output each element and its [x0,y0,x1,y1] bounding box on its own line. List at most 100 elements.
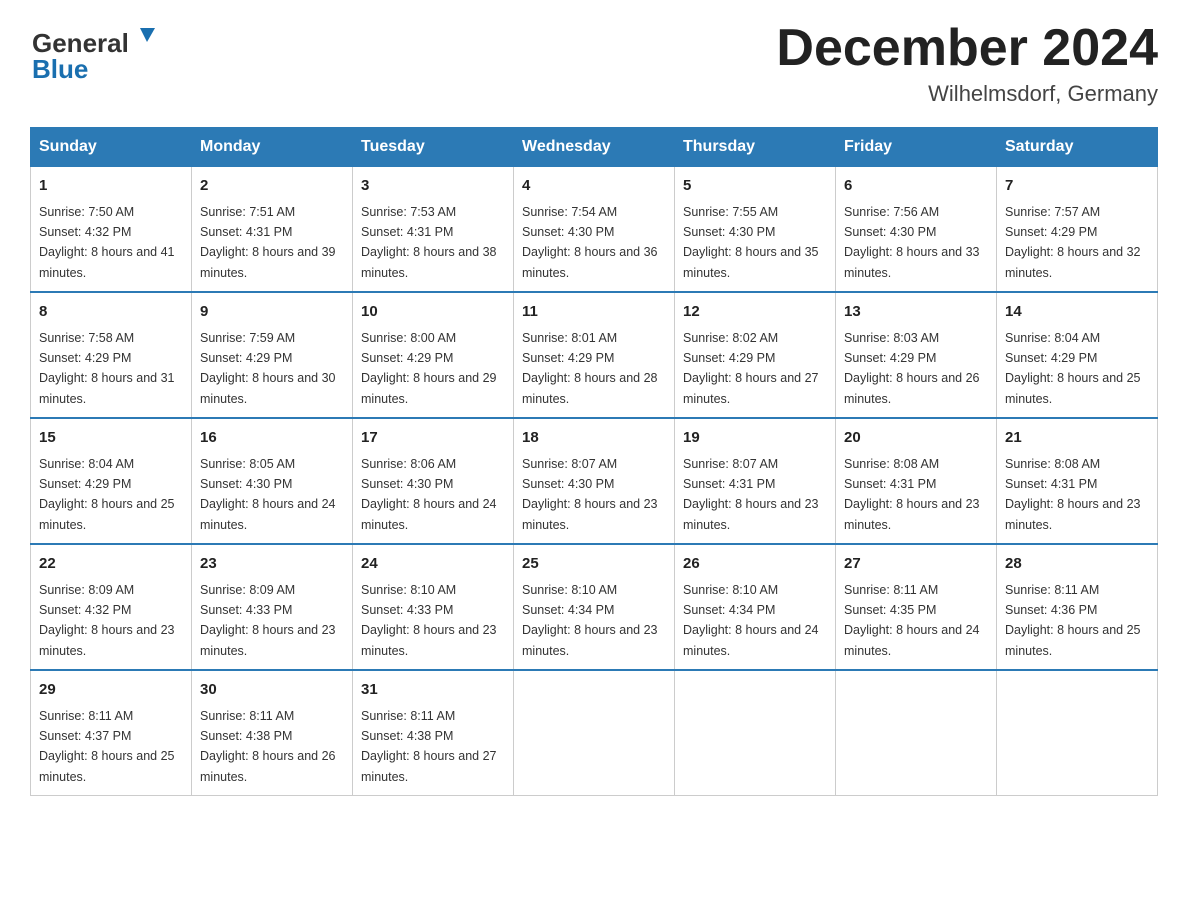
calendar-cell: 2 Sunrise: 7:51 AMSunset: 4:31 PMDayligh… [192,167,353,293]
calendar-cell: 8 Sunrise: 7:58 AMSunset: 4:29 PMDayligh… [31,292,192,418]
day-info: Sunrise: 8:10 AMSunset: 4:34 PMDaylight:… [522,583,658,658]
calendar-cell: 27 Sunrise: 8:11 AMSunset: 4:35 PMDaylig… [836,544,997,670]
calendar-cell: 30 Sunrise: 8:11 AMSunset: 4:38 PMDaylig… [192,670,353,796]
day-info: Sunrise: 7:54 AMSunset: 4:30 PMDaylight:… [522,205,658,280]
calendar-cell: 11 Sunrise: 8:01 AMSunset: 4:29 PMDaylig… [514,292,675,418]
day-number: 25 [522,553,666,576]
day-number: 28 [1005,553,1149,576]
day-info: Sunrise: 8:06 AMSunset: 4:30 PMDaylight:… [361,457,497,532]
day-info: Sunrise: 8:11 AMSunset: 4:36 PMDaylight:… [1005,583,1141,658]
day-number: 4 [522,175,666,198]
day-number: 5 [683,175,827,198]
day-number: 31 [361,679,505,702]
day-info: Sunrise: 7:58 AMSunset: 4:29 PMDaylight:… [39,331,175,406]
day-info: Sunrise: 7:51 AMSunset: 4:31 PMDaylight:… [200,205,336,280]
day-number: 27 [844,553,988,576]
calendar-cell: 17 Sunrise: 8:06 AMSunset: 4:30 PMDaylig… [353,418,514,544]
day-info: Sunrise: 8:10 AMSunset: 4:33 PMDaylight:… [361,583,497,658]
day-info: Sunrise: 8:07 AMSunset: 4:30 PMDaylight:… [522,457,658,532]
day-number: 29 [39,679,183,702]
day-info: Sunrise: 8:04 AMSunset: 4:29 PMDaylight:… [39,457,175,532]
calendar-cell: 7 Sunrise: 7:57 AMSunset: 4:29 PMDayligh… [997,167,1158,293]
calendar-cell: 20 Sunrise: 8:08 AMSunset: 4:31 PMDaylig… [836,418,997,544]
calendar-cell: 23 Sunrise: 8:09 AMSunset: 4:33 PMDaylig… [192,544,353,670]
day-number: 3 [361,175,505,198]
day-number: 10 [361,301,505,324]
calendar-cell: 12 Sunrise: 8:02 AMSunset: 4:29 PMDaylig… [675,292,836,418]
calendar-cell: 4 Sunrise: 7:54 AMSunset: 4:30 PMDayligh… [514,167,675,293]
col-header-saturday: Saturday [997,128,1158,167]
day-info: Sunrise: 8:11 AMSunset: 4:38 PMDaylight:… [200,709,336,784]
calendar-cell: 28 Sunrise: 8:11 AMSunset: 4:36 PMDaylig… [997,544,1158,670]
day-info: Sunrise: 7:55 AMSunset: 4:30 PMDaylight:… [683,205,819,280]
svg-text:Blue: Blue [32,54,88,84]
logo: General Blue [30,20,160,85]
calendar-cell: 25 Sunrise: 8:10 AMSunset: 4:34 PMDaylig… [514,544,675,670]
day-number: 18 [522,427,666,450]
day-info: Sunrise: 8:11 AMSunset: 4:38 PMDaylight:… [361,709,497,784]
day-info: Sunrise: 8:01 AMSunset: 4:29 PMDaylight:… [522,331,658,406]
col-header-monday: Monday [192,128,353,167]
day-info: Sunrise: 8:04 AMSunset: 4:29 PMDaylight:… [1005,331,1141,406]
calendar-cell: 21 Sunrise: 8:08 AMSunset: 4:31 PMDaylig… [997,418,1158,544]
calendar-cell: 3 Sunrise: 7:53 AMSunset: 4:31 PMDayligh… [353,167,514,293]
calendar-week-2: 8 Sunrise: 7:58 AMSunset: 4:29 PMDayligh… [31,292,1158,418]
calendar-week-3: 15 Sunrise: 8:04 AMSunset: 4:29 PMDaylig… [31,418,1158,544]
day-info: Sunrise: 7:59 AMSunset: 4:29 PMDaylight:… [200,331,336,406]
day-info: Sunrise: 8:11 AMSunset: 4:35 PMDaylight:… [844,583,980,658]
day-number: 26 [683,553,827,576]
calendar-cell: 9 Sunrise: 7:59 AMSunset: 4:29 PMDayligh… [192,292,353,418]
day-info: Sunrise: 7:57 AMSunset: 4:29 PMDaylight:… [1005,205,1141,280]
day-number: 12 [683,301,827,324]
calendar-cell: 14 Sunrise: 8:04 AMSunset: 4:29 PMDaylig… [997,292,1158,418]
day-info: Sunrise: 8:10 AMSunset: 4:34 PMDaylight:… [683,583,819,658]
day-info: Sunrise: 8:02 AMSunset: 4:29 PMDaylight:… [683,331,819,406]
calendar-cell: 26 Sunrise: 8:10 AMSunset: 4:34 PMDaylig… [675,544,836,670]
day-info: Sunrise: 8:09 AMSunset: 4:32 PMDaylight:… [39,583,175,658]
day-info: Sunrise: 7:56 AMSunset: 4:30 PMDaylight:… [844,205,980,280]
day-number: 8 [39,301,183,324]
day-number: 15 [39,427,183,450]
col-header-sunday: Sunday [31,128,192,167]
day-number: 16 [200,427,344,450]
col-header-tuesday: Tuesday [353,128,514,167]
day-info: Sunrise: 8:08 AMSunset: 4:31 PMDaylight:… [1005,457,1141,532]
calendar-cell: 10 Sunrise: 8:00 AMSunset: 4:29 PMDaylig… [353,292,514,418]
logo-svg: General Blue [30,20,160,85]
calendar-week-5: 29 Sunrise: 8:11 AMSunset: 4:37 PMDaylig… [31,670,1158,796]
day-number: 17 [361,427,505,450]
day-number: 9 [200,301,344,324]
day-info: Sunrise: 8:07 AMSunset: 4:31 PMDaylight:… [683,457,819,532]
day-info: Sunrise: 8:09 AMSunset: 4:33 PMDaylight:… [200,583,336,658]
title-block: December 2024 Wilhelmsdorf, Germany [776,20,1158,107]
day-number: 11 [522,301,666,324]
calendar-cell: 15 Sunrise: 8:04 AMSunset: 4:29 PMDaylig… [31,418,192,544]
location-title: Wilhelmsdorf, Germany [776,81,1158,107]
calendar-cell [514,670,675,796]
calendar-header-row: SundayMondayTuesdayWednesdayThursdayFrid… [31,128,1158,167]
day-number: 14 [1005,301,1149,324]
calendar-cell: 13 Sunrise: 8:03 AMSunset: 4:29 PMDaylig… [836,292,997,418]
day-number: 13 [844,301,988,324]
day-info: Sunrise: 8:00 AMSunset: 4:29 PMDaylight:… [361,331,497,406]
day-number: 2 [200,175,344,198]
day-info: Sunrise: 8:05 AMSunset: 4:30 PMDaylight:… [200,457,336,532]
calendar-cell: 6 Sunrise: 7:56 AMSunset: 4:30 PMDayligh… [836,167,997,293]
calendar-cell: 24 Sunrise: 8:10 AMSunset: 4:33 PMDaylig… [353,544,514,670]
calendar-week-1: 1 Sunrise: 7:50 AMSunset: 4:32 PMDayligh… [31,167,1158,293]
col-header-wednesday: Wednesday [514,128,675,167]
day-number: 22 [39,553,183,576]
month-title: December 2024 [776,20,1158,77]
calendar-cell: 31 Sunrise: 8:11 AMSunset: 4:38 PMDaylig… [353,670,514,796]
day-number: 23 [200,553,344,576]
day-number: 1 [39,175,183,198]
day-number: 21 [1005,427,1149,450]
calendar-cell: 22 Sunrise: 8:09 AMSunset: 4:32 PMDaylig… [31,544,192,670]
day-number: 7 [1005,175,1149,198]
calendar-cell: 1 Sunrise: 7:50 AMSunset: 4:32 PMDayligh… [31,167,192,293]
calendar-cell: 5 Sunrise: 7:55 AMSunset: 4:30 PMDayligh… [675,167,836,293]
col-header-thursday: Thursday [675,128,836,167]
day-info: Sunrise: 8:11 AMSunset: 4:37 PMDaylight:… [39,709,175,784]
calendar-table: SundayMondayTuesdayWednesdayThursdayFrid… [30,127,1158,796]
day-info: Sunrise: 8:08 AMSunset: 4:31 PMDaylight:… [844,457,980,532]
